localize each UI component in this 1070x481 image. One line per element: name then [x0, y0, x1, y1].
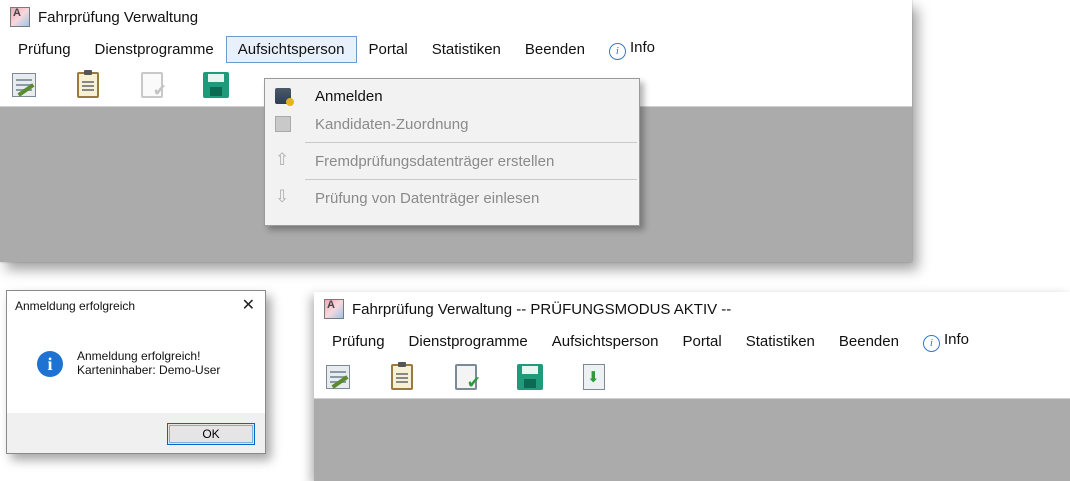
dropdown-item-datentraeger-einlesen[interactable]: Prüfung von Datenträger einlesen: [265, 184, 639, 212]
aufsichtsperson-dropdown: Anmelden Kandidaten-Zuordnung Fremdprüfu…: [264, 78, 640, 226]
dialog-message-line1: Anmeldung erfolgreich!: [77, 349, 201, 363]
dropdown-item-label: Fremdprüfungsdatenträger erstellen: [315, 152, 555, 170]
clipboard-icon: [77, 70, 99, 98]
menu-info-label: Info: [629, 38, 655, 56]
menu-aufsichtsperson[interactable]: Aufsichtsperson: [225, 35, 357, 63]
dialog-title: Anmeldung erfolgreich: [15, 299, 136, 313]
app-icon: [324, 299, 344, 319]
dialog-message-line2: Karteninhaber: Demo-User: [77, 363, 221, 377]
clipboard-icon: [391, 362, 413, 390]
save-icon: [203, 72, 229, 98]
menu-aufsichtsperson[interactable]: Aufsichtsperson: [540, 328, 671, 355]
download-icon: [275, 187, 291, 207]
login-icon: [275, 88, 294, 106]
bottom-workspace: [314, 399, 1070, 481]
menu-pruefung[interactable]: Prüfung: [6, 36, 83, 63]
toolbar-clipboard-button[interactable]: [388, 362, 416, 391]
dialog-footer: OK: [7, 413, 265, 453]
menu-dienstprogramme[interactable]: Dienstprogramme: [83, 36, 226, 63]
clipboard-check-icon: [141, 72, 167, 101]
toolbar-save-button[interactable]: [516, 363, 544, 391]
menu-beenden[interactable]: Beenden: [827, 328, 911, 355]
clipboard-check-icon: [455, 364, 481, 393]
dropdown-item-label: Anmelden: [315, 87, 383, 105]
menu-portal[interactable]: Portal: [671, 328, 734, 355]
toolbar-clipboard-check-button[interactable]: [452, 363, 481, 393]
ok-button[interactable]: OK: [167, 423, 255, 445]
info-icon: i: [922, 334, 940, 352]
info-icon: i: [37, 351, 63, 377]
close-icon[interactable]: ✕: [242, 295, 255, 315]
bottom-title-bar: Fahrprüfung Verwaltung -- PRÜFUNGSMODUS …: [314, 292, 1070, 326]
dropdown-item-anmelden[interactable]: Anmelden: [265, 82, 639, 110]
dropdown-separator: [305, 142, 637, 143]
toolbar-edit-button[interactable]: [324, 363, 352, 391]
menu-pruefung[interactable]: Prüfung: [320, 328, 397, 355]
login-success-dialog: Anmeldung erfolgreich ✕ i Anmeldung erfo…: [6, 290, 266, 454]
edit-icon: [12, 73, 36, 97]
dropdown-item-kandidaten-zuordnung[interactable]: Kandidaten-Zuordnung: [265, 110, 639, 138]
menu-portal[interactable]: Portal: [357, 36, 420, 63]
menu-info[interactable]: i Info: [911, 326, 981, 357]
import-icon: [583, 364, 605, 390]
bottom-window-title: Fahrprüfung Verwaltung -- PRÜFUNGSMODUS …: [352, 300, 732, 318]
menu-statistiken[interactable]: Statistiken: [420, 36, 513, 63]
upload-icon: [275, 150, 291, 170]
menu-info[interactable]: i Info: [597, 34, 667, 65]
bottom-app-window: Fahrprüfung Verwaltung -- PRÜFUNGSMODUS …: [314, 292, 1070, 481]
edit-icon: [326, 365, 350, 389]
bottom-toolbar: [314, 356, 1070, 399]
dialog-message: Anmeldung erfolgreich! Karteninhaber: De…: [77, 349, 220, 377]
info-icon: i: [608, 42, 626, 60]
toolbar-import-button[interactable]: [580, 363, 608, 391]
bottom-menu-bar: Prüfung Dienstprogramme Aufsichtsperson …: [314, 326, 1070, 356]
dropdown-item-fremdpruefung[interactable]: Fremdprüfungsdatenträger erstellen: [265, 147, 639, 175]
top-window-title: Fahrprüfung Verwaltung: [38, 8, 199, 26]
toolbar-clipboard-check-button[interactable]: [138, 71, 167, 101]
dropdown-separator: [305, 179, 637, 180]
assign-icon: [275, 116, 291, 132]
save-icon: [517, 364, 543, 390]
toolbar-clipboard-button[interactable]: [74, 70, 102, 99]
toolbar-save-button[interactable]: [202, 71, 230, 99]
top-menu-bar: Prüfung Dienstprogramme Aufsichtsperson …: [0, 34, 912, 64]
app-icon: [10, 7, 30, 27]
dropdown-item-label: Kandidaten-Zuordnung: [315, 115, 469, 133]
top-title-bar: Fahrprüfung Verwaltung: [0, 0, 912, 34]
menu-statistiken[interactable]: Statistiken: [734, 328, 827, 355]
toolbar-edit-button[interactable]: [10, 71, 38, 99]
menu-info-label: Info: [943, 330, 969, 348]
dropdown-item-label: Prüfung von Datenträger einlesen: [315, 189, 540, 207]
menu-dienstprogramme[interactable]: Dienstprogramme: [397, 328, 540, 355]
menu-beenden[interactable]: Beenden: [513, 36, 597, 63]
